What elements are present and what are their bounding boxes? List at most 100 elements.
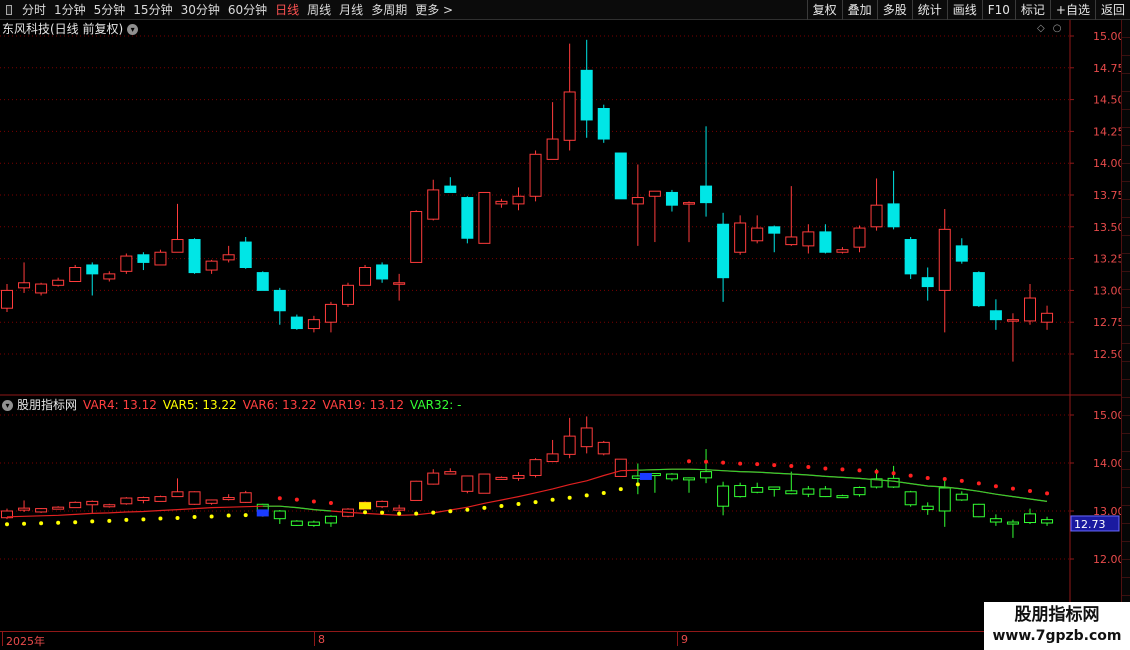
candle-body <box>734 222 747 253</box>
candle <box>256 271 269 291</box>
period-tab-2[interactable]: 5分钟 <box>90 0 130 20</box>
chevron-down-icon[interactable]: ▾ <box>2 399 13 411</box>
price-tick-label: 13.75 <box>1093 189 1125 202</box>
candle-body <box>802 231 815 247</box>
right-side-strip[interactable] <box>1121 20 1130 632</box>
tool-button-5[interactable]: F10 <box>981 0 1015 20</box>
candle <box>393 273 406 301</box>
sub-candle <box>836 494 849 499</box>
tool-button-2[interactable]: 多股 <box>876 0 912 20</box>
period-tab-7[interactable]: 周线 <box>303 0 335 20</box>
strip-cell <box>1122 380 1130 398</box>
candle <box>307 315 320 333</box>
time-label-year: 2025年 <box>6 635 45 648</box>
indicator-name: 股朋指标网 <box>17 398 78 412</box>
period-tab-10[interactable]: 更多 > <box>411 0 457 20</box>
candle-body <box>665 191 678 206</box>
candle-body <box>921 277 934 288</box>
tool-button-6[interactable]: 标记 <box>1014 0 1050 20</box>
strip-cell <box>1122 110 1130 128</box>
period-tab-5[interactable]: 60分钟 <box>224 0 271 20</box>
period-tab-3[interactable]: 15分钟 <box>129 0 176 20</box>
period-tab-8[interactable]: 月线 <box>335 0 367 20</box>
sub-candle-body <box>938 487 951 512</box>
yellow-dot <box>56 520 61 525</box>
candle-body <box>614 152 627 200</box>
sub-candle <box>324 515 337 527</box>
sub-candle <box>222 494 235 501</box>
circle-icon[interactable]: ○ <box>1053 21 1062 37</box>
sub-candle <box>700 449 713 484</box>
red-dot <box>891 471 896 476</box>
layout-toggle-icon[interactable] <box>0 0 18 20</box>
sub-candle-body <box>529 459 542 476</box>
tool-button-4[interactable]: 画线 <box>946 0 982 20</box>
tool-button-3[interactable]: 统计 <box>911 0 947 20</box>
sub-candle-body <box>290 520 303 526</box>
sub-candle-body <box>154 496 167 502</box>
strip-cell <box>1122 578 1130 596</box>
period-tab-9[interactable]: 多周期 <box>367 0 411 20</box>
candle <box>18 262 31 293</box>
sub-chart-layer <box>1 416 1054 538</box>
candle <box>683 201 695 243</box>
yellow-dot <box>635 482 640 487</box>
sub-candle <box>989 514 1002 526</box>
sub-candle-body <box>955 493 968 501</box>
legend-item: VAR5: 13.22 <box>162 398 237 412</box>
candle-body <box>955 245 968 262</box>
candle <box>648 190 661 243</box>
candle-body <box>188 239 201 274</box>
red-dot <box>1010 486 1015 491</box>
main-chart-title: 东风科技(日线 前复权) ▾ <box>2 21 139 37</box>
tool-button-0[interactable]: 复权 <box>806 0 842 20</box>
site-watermark: 股朋指标网 www.7gpzb.com <box>984 602 1130 650</box>
sub-candle <box>597 440 610 456</box>
chevron-down-icon[interactable]: ▾ <box>127 23 139 35</box>
price-tick-label: 14.50 <box>1093 94 1125 107</box>
red-dot <box>755 462 760 467</box>
period-tab-4[interactable]: 30分钟 <box>177 0 224 20</box>
sub-candle <box>52 506 65 510</box>
candle-body <box>631 197 644 205</box>
strip-cell <box>1122 146 1130 164</box>
price-tick-label: 14.25 <box>1093 125 1125 138</box>
candle-body <box>836 249 849 253</box>
tool-button-1[interactable]: 叠加 <box>841 0 877 20</box>
red-dot <box>993 484 998 489</box>
red-dot <box>704 459 709 464</box>
candle-body <box>529 153 542 197</box>
candle-body <box>648 190 661 197</box>
tool-button-8[interactable]: 返回 <box>1094 0 1130 20</box>
candle-body <box>69 267 82 282</box>
sub-candle-body <box>137 497 150 501</box>
candle-body <box>546 138 559 160</box>
chart-canvas: 15.00 14.75 14.50 14.25 14.00 13.75 13.50 13.25… <box>0 20 1125 632</box>
sub-candle-body <box>307 521 320 526</box>
period-tab-6[interactable]: 日线 <box>271 0 303 20</box>
sub-candle <box>546 439 559 463</box>
period-tab-0[interactable]: 分时 <box>18 0 50 20</box>
panel-icons: ◇ ○ <box>1037 21 1061 37</box>
sub-candle <box>768 486 781 497</box>
price-tick-label: 14.00 <box>1093 157 1125 170</box>
period-tab-1[interactable]: 1分钟 <box>50 0 90 20</box>
candle <box>171 203 184 253</box>
sub-candle-body <box>1006 521 1019 525</box>
candle <box>359 264 372 286</box>
sub-candle-body <box>751 486 764 493</box>
strip-cell <box>1122 560 1130 578</box>
tool-button-7[interactable]: +自选 <box>1049 0 1095 20</box>
red-dot <box>687 459 691 464</box>
sub-candle-body <box>273 510 286 520</box>
candle <box>972 271 985 307</box>
sub-candle-body <box>887 477 900 488</box>
candle <box>665 189 678 212</box>
sub-candle <box>1 508 13 520</box>
candle <box>461 196 474 244</box>
diamond-icon[interactable]: ◇ <box>1037 21 1045 37</box>
yellow-dot <box>22 521 27 526</box>
yellow-dot <box>192 515 197 519</box>
sub-candle <box>290 520 303 526</box>
yellow-dot <box>158 516 163 521</box>
